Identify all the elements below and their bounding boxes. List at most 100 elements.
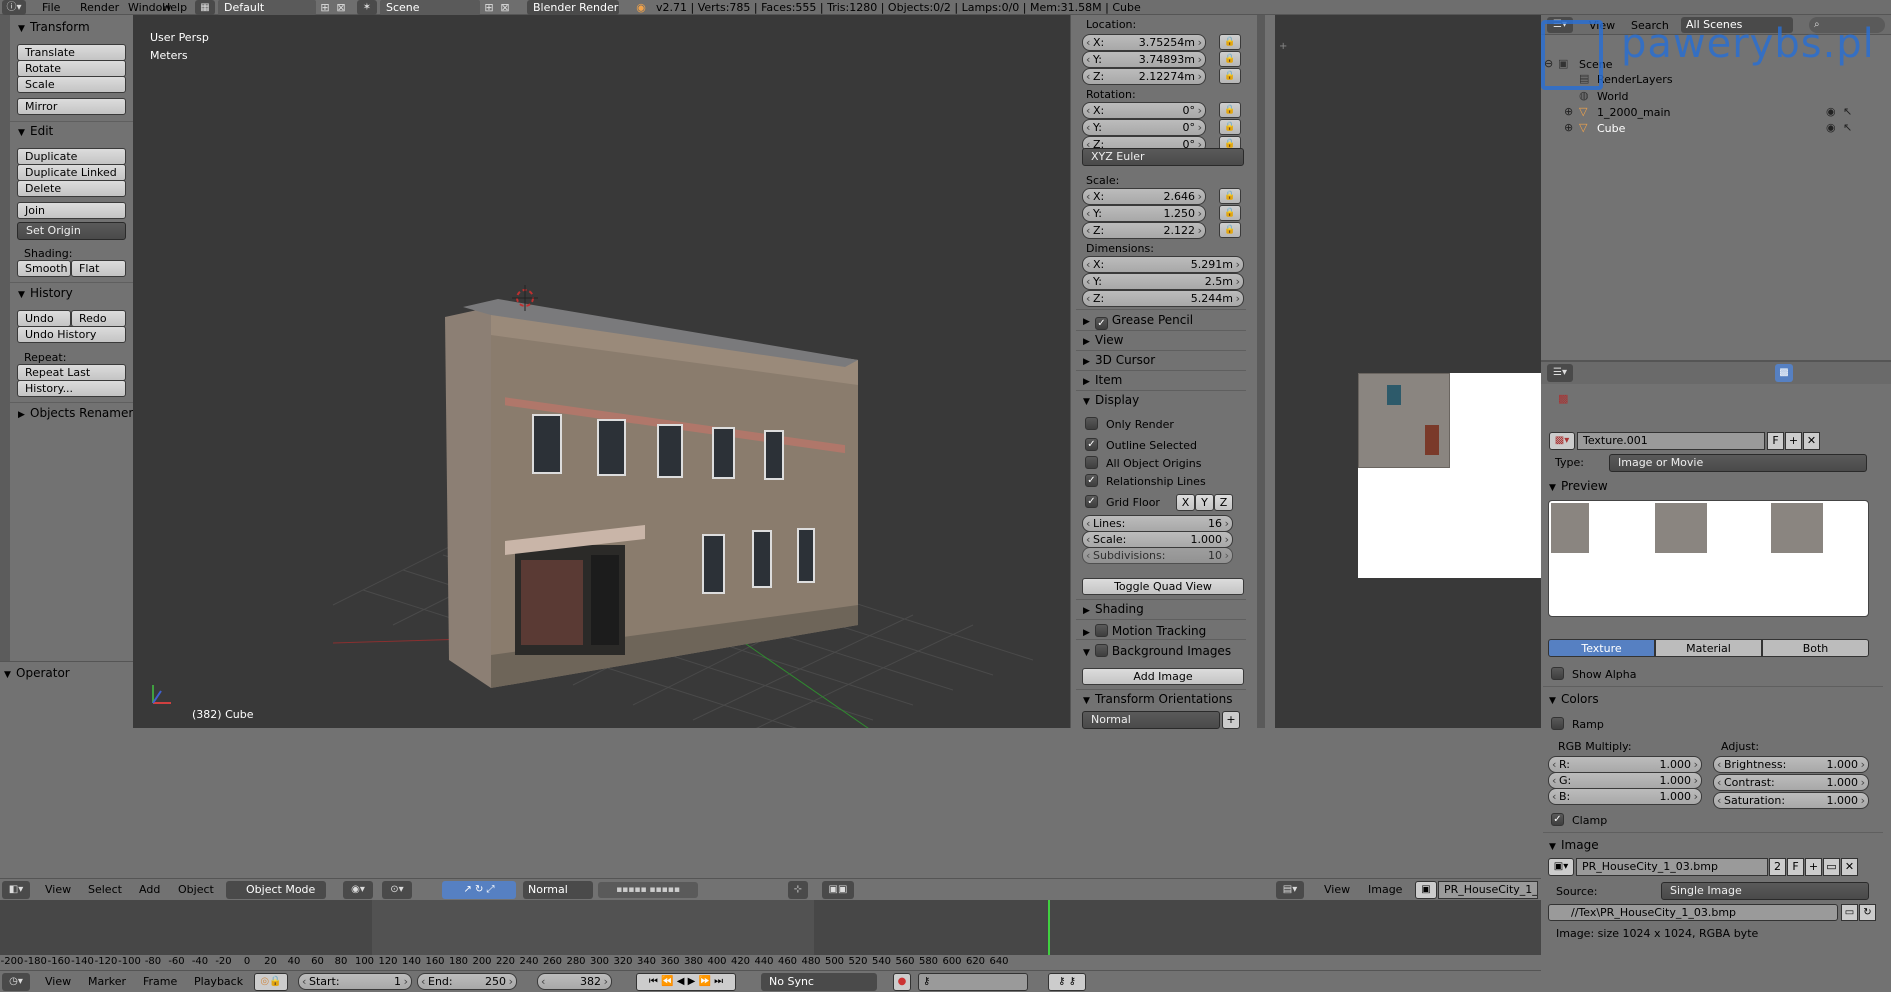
scene-add-icon[interactable]: ⊞ bbox=[482, 0, 496, 15]
add-menu[interactable]: Add bbox=[139, 883, 160, 896]
preview-header[interactable]: ▼ Preview bbox=[1549, 479, 1608, 493]
image-editor-type-icon[interactable]: ▤▾ bbox=[1276, 881, 1304, 899]
grease-pencil-header[interactable]: ▶ ✓ Grease Pencil bbox=[1083, 313, 1193, 330]
filepath-field[interactable]: //Tex\PR_HouseCity_1_03.bmp bbox=[1548, 904, 1838, 921]
repeat-last-button[interactable]: Repeat Last bbox=[17, 364, 126, 381]
current-frame-field[interactable]: 382 bbox=[537, 973, 612, 990]
tab-texture[interactable]: Texture bbox=[1548, 639, 1655, 657]
history-dots-button[interactable]: History... bbox=[17, 380, 126, 397]
objects-renamer-header[interactable]: ▶ Objects Renamer bbox=[18, 406, 133, 420]
editor-type-icon[interactable]: ◧▾ bbox=[2, 881, 30, 899]
only-render-checkbox[interactable] bbox=[1085, 417, 1098, 430]
fake-user-button[interactable]: F bbox=[1767, 432, 1784, 450]
timeline-playback-menu[interactable]: Playback bbox=[194, 975, 243, 988]
duplicate-button[interactable]: Duplicate bbox=[17, 148, 126, 165]
rgb-r-field[interactable]: R:1.000 bbox=[1548, 756, 1702, 773]
select-cursor-icon[interactable]: ↖ bbox=[1843, 105, 1852, 118]
grid-subdivisions-field[interactable]: Subdivisions:10 bbox=[1082, 547, 1233, 564]
lock-icon[interactable]: 🔒 bbox=[1219, 51, 1241, 67]
contrast-field[interactable]: Contrast:1.000 bbox=[1713, 774, 1869, 791]
scene-icon[interactable]: ✶ bbox=[357, 0, 377, 15]
smooth-button[interactable]: Smooth bbox=[17, 260, 71, 277]
delete-button[interactable]: Delete bbox=[17, 180, 126, 197]
properties-editor-icon[interactable]: ☰▾ bbox=[1547, 364, 1573, 382]
transform-orientation-dropdown[interactable]: Normal bbox=[523, 881, 593, 899]
menu-file[interactable]: File bbox=[42, 0, 60, 15]
3d-viewport[interactable]: User Persp Meters (382) Cube bbox=[133, 15, 1070, 728]
collapse-icon[interactable]: + bbox=[1279, 41, 1287, 52]
item-header[interactable]: ▶ Item bbox=[1083, 373, 1122, 387]
viewport-shading-icon[interactable]: ◉▾ bbox=[343, 881, 373, 899]
scene-close-icon[interactable]: ⊠ bbox=[498, 0, 512, 15]
grease-pencil-checkbox[interactable]: ✓ bbox=[1095, 317, 1108, 330]
transform-panel-header[interactable]: ▼ Transform bbox=[18, 20, 90, 34]
record-icon[interactable]: ● bbox=[893, 973, 911, 991]
all-object-origins-checkbox[interactable] bbox=[1085, 456, 1098, 469]
open-image-icon[interactable]: ▭ bbox=[1823, 858, 1840, 876]
outline-selected-checkbox[interactable]: ✓ bbox=[1085, 438, 1098, 451]
scale-y-field[interactable]: Y:1.250 bbox=[1082, 205, 1206, 222]
toggle-quad-view-button[interactable]: Toggle Quad View bbox=[1082, 578, 1244, 595]
mode-dropdown[interactable]: Object Mode bbox=[226, 881, 326, 899]
image-menu[interactable]: Image bbox=[1368, 883, 1402, 896]
timeline-view-menu[interactable]: View bbox=[45, 975, 71, 988]
mirror-button[interactable]: Mirror bbox=[17, 98, 126, 115]
layout-selector[interactable]: Default bbox=[218, 0, 316, 15]
visibility-eye-icon[interactable]: ◉ bbox=[1826, 105, 1836, 118]
unlink-image-icon[interactable]: ✕ bbox=[1841, 858, 1858, 876]
browse-folder-icon[interactable]: ▭ bbox=[1841, 904, 1858, 921]
dimension-y-field[interactable]: Y:2.5m bbox=[1082, 273, 1244, 290]
grid-axis-z-toggle[interactable]: Z bbox=[1214, 494, 1233, 511]
rgb-g-field[interactable]: G:1.000 bbox=[1548, 772, 1702, 789]
lock-icon[interactable]: 🔒 bbox=[1219, 119, 1241, 135]
info-editor-icon[interactable]: ⓘ▾ bbox=[2, 0, 26, 15]
image-fake-user-button[interactable]: F bbox=[1787, 858, 1804, 876]
playback-controls-icon[interactable]: ⏮ ⏪ ◀ ▶ ⏩ ⏭ bbox=[636, 973, 736, 991]
3d-cursor-header[interactable]: ▶ 3D Cursor bbox=[1083, 353, 1155, 367]
shading-panel-header[interactable]: ▶ Shading bbox=[1083, 602, 1144, 616]
new-image-icon[interactable]: + bbox=[1805, 858, 1822, 876]
lock-icon[interactable]: 🔒 bbox=[1219, 222, 1241, 238]
image-browse-icon[interactable]: ▣ bbox=[1415, 881, 1437, 899]
lock-icon[interactable]: 🔒 bbox=[1219, 188, 1241, 204]
texture-browse-icon[interactable]: ▩▾ bbox=[1549, 432, 1575, 450]
image-view-menu[interactable]: View bbox=[1324, 883, 1350, 896]
insert-keyframe-icon[interactable]: ⚷ ⚷ bbox=[1048, 973, 1086, 991]
image-users-count[interactable]: 2 bbox=[1769, 858, 1786, 876]
undo-history-button[interactable]: Undo History bbox=[17, 326, 126, 343]
undo-button[interactable]: Undo bbox=[17, 310, 71, 327]
expand-icon[interactable]: ⊕ bbox=[1564, 121, 1573, 134]
texture-type-dropdown[interactable]: Image or Movie bbox=[1609, 454, 1867, 472]
motion-tracking-checkbox[interactable] bbox=[1095, 624, 1108, 637]
texture-name-field[interactable]: Texture.001 bbox=[1577, 432, 1765, 450]
background-images-checkbox[interactable] bbox=[1095, 644, 1108, 657]
grid-scale-field[interactable]: Scale:1.000 bbox=[1082, 531, 1233, 548]
redo-button[interactable]: Redo bbox=[71, 310, 126, 327]
current-frame-line[interactable] bbox=[1048, 900, 1050, 955]
rotation-y-field[interactable]: Y:0° bbox=[1082, 119, 1206, 136]
set-origin-dropdown[interactable]: Set Origin bbox=[17, 222, 126, 240]
location-z-field[interactable]: Z:2.12274m bbox=[1082, 68, 1206, 85]
orientation-dropdown[interactable]: Normal bbox=[1082, 711, 1220, 729]
tab-material[interactable]: Material bbox=[1655, 639, 1762, 657]
keying-set-field[interactable]: ⚷ bbox=[918, 973, 1028, 991]
rgb-b-field[interactable]: B:1.000 bbox=[1548, 788, 1702, 805]
lock-icon[interactable]: 🔒 bbox=[1219, 205, 1241, 221]
source-dropdown[interactable]: Single Image bbox=[1661, 882, 1869, 900]
background-images-header[interactable]: ▼ Background Images bbox=[1083, 642, 1231, 658]
lock-icon[interactable]: 🔒 bbox=[1219, 102, 1241, 118]
grid-axis-y-toggle[interactable]: Y bbox=[1195, 494, 1214, 511]
view-panel-header[interactable]: ▶ View bbox=[1083, 333, 1123, 347]
add-image-button[interactable]: Add Image bbox=[1082, 668, 1244, 685]
tab-both[interactable]: Both bbox=[1762, 639, 1869, 657]
display-header[interactable]: ▼ Display bbox=[1083, 393, 1139, 407]
dimension-x-field[interactable]: X:5.291m bbox=[1082, 256, 1244, 273]
render-icon[interactable]: ▣▣ bbox=[822, 881, 854, 899]
motion-tracking-header[interactable]: ▶ Motion Tracking bbox=[1083, 622, 1206, 638]
clamp-checkbox[interactable]: ✓ bbox=[1551, 813, 1564, 826]
brightness-field[interactable]: Brightness:1.000 bbox=[1713, 756, 1869, 773]
texture-slot-icon[interactable]: ▩ bbox=[1558, 392, 1568, 405]
join-button[interactable]: Join bbox=[17, 202, 126, 219]
scrollbar[interactable] bbox=[1257, 15, 1265, 728]
texture-tab-icon[interactable]: ▩ bbox=[1775, 364, 1793, 382]
